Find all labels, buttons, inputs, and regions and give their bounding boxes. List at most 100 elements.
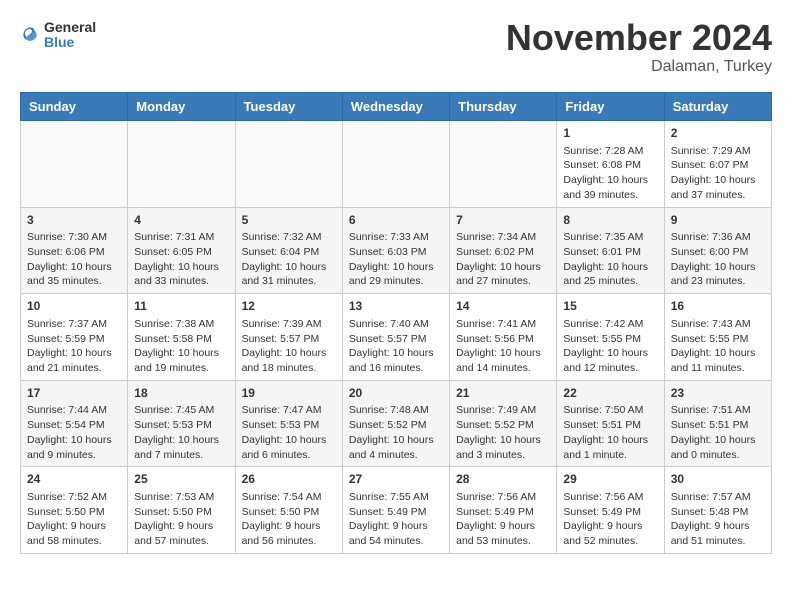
daylight-text: and 58 minutes. <box>27 534 121 549</box>
day-number: 16 <box>671 298 765 315</box>
daylight-text: and 23 minutes. <box>671 274 765 289</box>
daylight-text: and 21 minutes. <box>27 361 121 376</box>
day-number: 26 <box>242 471 336 488</box>
daylight-text: and 7 minutes. <box>134 448 228 463</box>
sunrise-text: Sunrise: 7:28 AM <box>563 144 657 159</box>
day-cell: 30Sunrise: 7:57 AMSunset: 5:48 PMDayligh… <box>671 471 765 549</box>
table-row: 16Sunrise: 7:43 AMSunset: 5:55 PMDayligh… <box>664 294 771 381</box>
table-row <box>128 121 235 208</box>
sunrise-text: Sunrise: 7:41 AM <box>456 317 550 332</box>
daylight-text: Daylight: 9 hours <box>671 519 765 534</box>
daylight-text: and 53 minutes. <box>456 534 550 549</box>
sunrise-text: Sunrise: 7:30 AM <box>27 230 121 245</box>
table-row: 27Sunrise: 7:55 AMSunset: 5:49 PMDayligh… <box>342 467 449 554</box>
day-number: 6 <box>349 212 443 229</box>
col-thursday: Thursday <box>450 93 557 121</box>
sunset-text: Sunset: 5:49 PM <box>456 505 550 520</box>
day-cell: 29Sunrise: 7:56 AMSunset: 5:49 PMDayligh… <box>563 471 657 549</box>
sunset-text: Sunset: 6:03 PM <box>349 245 443 260</box>
table-row <box>235 121 342 208</box>
daylight-text: and 31 minutes. <box>242 274 336 289</box>
sunrise-text: Sunrise: 7:34 AM <box>456 230 550 245</box>
sunset-text: Sunset: 5:57 PM <box>242 332 336 347</box>
sunset-text: Sunset: 5:55 PM <box>563 332 657 347</box>
table-row <box>342 121 449 208</box>
daylight-text: Daylight: 10 hours <box>349 433 443 448</box>
sunrise-text: Sunrise: 7:42 AM <box>563 317 657 332</box>
page-header: General Blue November 2024 Dalaman, Turk… <box>20 20 772 76</box>
sunset-text: Sunset: 5:49 PM <box>349 505 443 520</box>
day-cell: 14Sunrise: 7:41 AMSunset: 5:56 PMDayligh… <box>456 298 550 376</box>
sunset-text: Sunset: 5:56 PM <box>456 332 550 347</box>
sunset-text: Sunset: 5:52 PM <box>456 418 550 433</box>
table-row <box>450 121 557 208</box>
sunset-text: Sunset: 6:05 PM <box>134 245 228 260</box>
sunset-text: Sunset: 6:07 PM <box>671 158 765 173</box>
daylight-text: Daylight: 10 hours <box>27 260 121 275</box>
daylight-text: Daylight: 9 hours <box>349 519 443 534</box>
daylight-text: Daylight: 10 hours <box>349 346 443 361</box>
sunrise-text: Sunrise: 7:47 AM <box>242 403 336 418</box>
day-number: 3 <box>27 212 121 229</box>
day-cell: 4Sunrise: 7:31 AMSunset: 6:05 PMDaylight… <box>134 212 228 290</box>
table-row: 9Sunrise: 7:36 AMSunset: 6:00 PMDaylight… <box>664 207 771 294</box>
table-row: 6Sunrise: 7:33 AMSunset: 6:03 PMDaylight… <box>342 207 449 294</box>
day-number: 5 <box>242 212 336 229</box>
day-number: 13 <box>349 298 443 315</box>
table-row: 22Sunrise: 7:50 AMSunset: 5:51 PMDayligh… <box>557 380 664 467</box>
day-cell: 2Sunrise: 7:29 AMSunset: 6:07 PMDaylight… <box>671 125 765 203</box>
table-row: 8Sunrise: 7:35 AMSunset: 6:01 PMDaylight… <box>557 207 664 294</box>
sunrise-text: Sunrise: 7:43 AM <box>671 317 765 332</box>
table-row: 19Sunrise: 7:47 AMSunset: 5:53 PMDayligh… <box>235 380 342 467</box>
day-cell: 6Sunrise: 7:33 AMSunset: 6:03 PMDaylight… <box>349 212 443 290</box>
sunrise-text: Sunrise: 7:38 AM <box>134 317 228 332</box>
daylight-text: and 56 minutes. <box>242 534 336 549</box>
daylight-text: and 33 minutes. <box>134 274 228 289</box>
day-cell: 12Sunrise: 7:39 AMSunset: 5:57 PMDayligh… <box>242 298 336 376</box>
sunset-text: Sunset: 6:08 PM <box>563 158 657 173</box>
calendar-week-row: 17Sunrise: 7:44 AMSunset: 5:54 PMDayligh… <box>21 380 772 467</box>
daylight-text: Daylight: 10 hours <box>563 260 657 275</box>
sunrise-text: Sunrise: 7:35 AM <box>563 230 657 245</box>
day-number: 20 <box>349 385 443 402</box>
calendar-table: Sunday Monday Tuesday Wednesday Thursday… <box>20 92 772 554</box>
daylight-text: Daylight: 10 hours <box>242 346 336 361</box>
table-row: 21Sunrise: 7:49 AMSunset: 5:52 PMDayligh… <box>450 380 557 467</box>
table-row: 18Sunrise: 7:45 AMSunset: 5:53 PMDayligh… <box>128 380 235 467</box>
sunset-text: Sunset: 5:54 PM <box>27 418 121 433</box>
daylight-text: Daylight: 10 hours <box>456 260 550 275</box>
table-row: 29Sunrise: 7:56 AMSunset: 5:49 PMDayligh… <box>557 467 664 554</box>
day-cell: 3Sunrise: 7:30 AMSunset: 6:06 PMDaylight… <box>27 212 121 290</box>
day-cell: 15Sunrise: 7:42 AMSunset: 5:55 PMDayligh… <box>563 298 657 376</box>
sunrise-text: Sunrise: 7:31 AM <box>134 230 228 245</box>
sunset-text: Sunset: 5:50 PM <box>27 505 121 520</box>
daylight-text: and 19 minutes. <box>134 361 228 376</box>
sunrise-text: Sunrise: 7:40 AM <box>349 317 443 332</box>
sunset-text: Sunset: 6:00 PM <box>671 245 765 260</box>
day-cell: 10Sunrise: 7:37 AMSunset: 5:59 PMDayligh… <box>27 298 121 376</box>
sunrise-text: Sunrise: 7:53 AM <box>134 490 228 505</box>
sunrise-text: Sunrise: 7:39 AM <box>242 317 336 332</box>
col-saturday: Saturday <box>664 93 771 121</box>
table-row: 11Sunrise: 7:38 AMSunset: 5:58 PMDayligh… <box>128 294 235 381</box>
daylight-text: Daylight: 9 hours <box>242 519 336 534</box>
sunrise-text: Sunrise: 7:56 AM <box>456 490 550 505</box>
day-cell: 21Sunrise: 7:49 AMSunset: 5:52 PMDayligh… <box>456 385 550 463</box>
daylight-text: Daylight: 10 hours <box>27 346 121 361</box>
sunset-text: Sunset: 6:04 PM <box>242 245 336 260</box>
daylight-text: and 35 minutes. <box>27 274 121 289</box>
sunset-text: Sunset: 5:51 PM <box>671 418 765 433</box>
month-title: November 2024 <box>506 20 772 56</box>
sunset-text: Sunset: 5:58 PM <box>134 332 228 347</box>
daylight-text: and 14 minutes. <box>456 361 550 376</box>
table-row: 23Sunrise: 7:51 AMSunset: 5:51 PMDayligh… <box>664 380 771 467</box>
daylight-text: Daylight: 10 hours <box>242 433 336 448</box>
table-row: 10Sunrise: 7:37 AMSunset: 5:59 PMDayligh… <box>21 294 128 381</box>
sunrise-text: Sunrise: 7:29 AM <box>671 144 765 159</box>
daylight-text: and 51 minutes. <box>671 534 765 549</box>
day-cell: 5Sunrise: 7:32 AMSunset: 6:04 PMDaylight… <box>242 212 336 290</box>
sunrise-text: Sunrise: 7:49 AM <box>456 403 550 418</box>
sunset-text: Sunset: 5:48 PM <box>671 505 765 520</box>
daylight-text: and 3 minutes. <box>456 448 550 463</box>
day-cell: 26Sunrise: 7:54 AMSunset: 5:50 PMDayligh… <box>242 471 336 549</box>
